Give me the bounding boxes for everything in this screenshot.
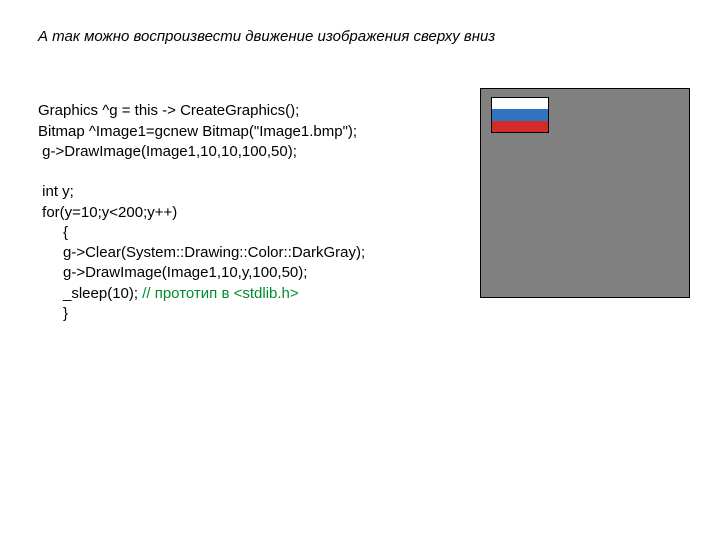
code-line: Bitmap ^Image1=gcnew Bitmap("Image1.bmp"… [38,123,357,140]
code-line: g->DrawImage(Image1,10,y,100,50); [38,264,307,281]
slide-heading: А так можно воспроизвести движение изобр… [38,28,700,45]
code-line: { [38,224,68,241]
code-line: } [38,305,68,322]
code-line: g->Clear(System::Drawing::Color::DarkGra… [38,244,365,261]
flag-image [491,97,549,133]
code-line: _sleep(10); [38,285,142,302]
flag-stripe-white [492,98,548,109]
code-line: Graphics ^g = this -> CreateGraphics(); [38,102,299,119]
code-comment: // прототип в <stdlib.h> [142,285,298,302]
flag-stripe-blue [492,109,548,120]
code-line: g->DrawImage(Image1,10,10,100,50); [38,143,297,160]
flag-stripe-red [492,121,548,132]
code-line: for(y=10;y<200;y++) [38,204,177,221]
output-canvas [480,88,690,298]
code-line: int y; [38,183,74,200]
